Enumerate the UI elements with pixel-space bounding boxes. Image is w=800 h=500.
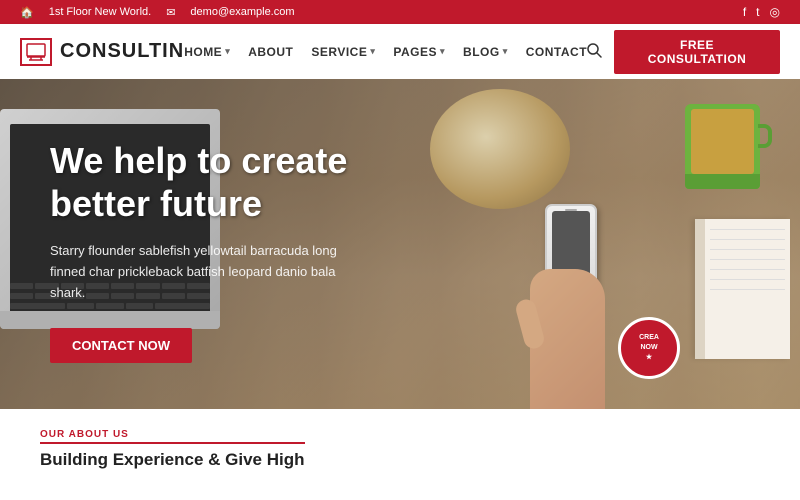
address-text: 1st Floor New World.	[49, 6, 152, 18]
instagram-icon[interactable]: ◎	[770, 5, 780, 19]
about-us-section: OUR ABOUT US Building Experience & Give …	[40, 429, 305, 470]
facebook-icon[interactable]: f	[743, 5, 746, 19]
chocolate-image	[430, 89, 570, 209]
hero-section: CREANOW★ We help to create better future…	[0, 79, 800, 409]
nav-service[interactable]: SERVICE▾	[311, 45, 375, 59]
logo-text: CONSULTIN	[60, 40, 184, 63]
hero-title: We help to create better future	[50, 139, 370, 225]
twitter-icon[interactable]: t	[756, 5, 759, 19]
section-label: OUR ABOUT US	[40, 429, 305, 444]
email-text: demo@example.com	[190, 6, 294, 18]
badge-circle: CREANOW★	[618, 317, 680, 379]
hand-phone-image	[515, 199, 625, 409]
home-icon: 🏠	[20, 6, 34, 19]
coffee-cup-image	[685, 104, 760, 189]
nav-right: Free Consultation	[587, 30, 780, 74]
below-hero-section: OUR ABOUT US Building Experience & Give …	[0, 409, 800, 469]
section-heading: Building Experience & Give High	[40, 450, 305, 470]
top-bar-left: 🏠 1st Floor New World. ✉ demo@example.co…	[20, 6, 295, 19]
top-bar: 🏠 1st Floor New World. ✉ demo@example.co…	[0, 0, 800, 24]
hero-subtitle: Starry flounder sablefish yellowtail bar…	[50, 241, 370, 303]
search-icon[interactable]	[587, 43, 602, 61]
nav-contact[interactable]: CONTACT	[526, 45, 587, 59]
logo-icon	[20, 38, 52, 66]
email-icon: ✉	[166, 6, 175, 19]
notebook-image	[695, 219, 790, 359]
logo[interactable]: CONSULTIN	[20, 38, 184, 66]
badge-text: CREANOW★	[639, 333, 659, 362]
nav-blog[interactable]: BLOG▾	[463, 45, 508, 59]
navbar: CONSULTIN HOME▾ ABOUT SERVICE▾ PAGES▾ BL…	[0, 24, 800, 79]
top-bar-social: f t ◎	[743, 5, 780, 19]
nav-home[interactable]: HOME▾	[184, 45, 230, 59]
hero-content: We help to create better future Starry f…	[50, 139, 370, 363]
nav-links: HOME▾ ABOUT SERVICE▾ PAGES▾ BLOG▾ CONTAC…	[184, 45, 587, 59]
nav-about[interactable]: ABOUT	[248, 45, 293, 59]
nav-pages[interactable]: PAGES▾	[393, 45, 445, 59]
contact-now-button[interactable]: Contact Now	[50, 328, 192, 363]
free-consultation-button[interactable]: Free Consultation	[614, 30, 780, 74]
